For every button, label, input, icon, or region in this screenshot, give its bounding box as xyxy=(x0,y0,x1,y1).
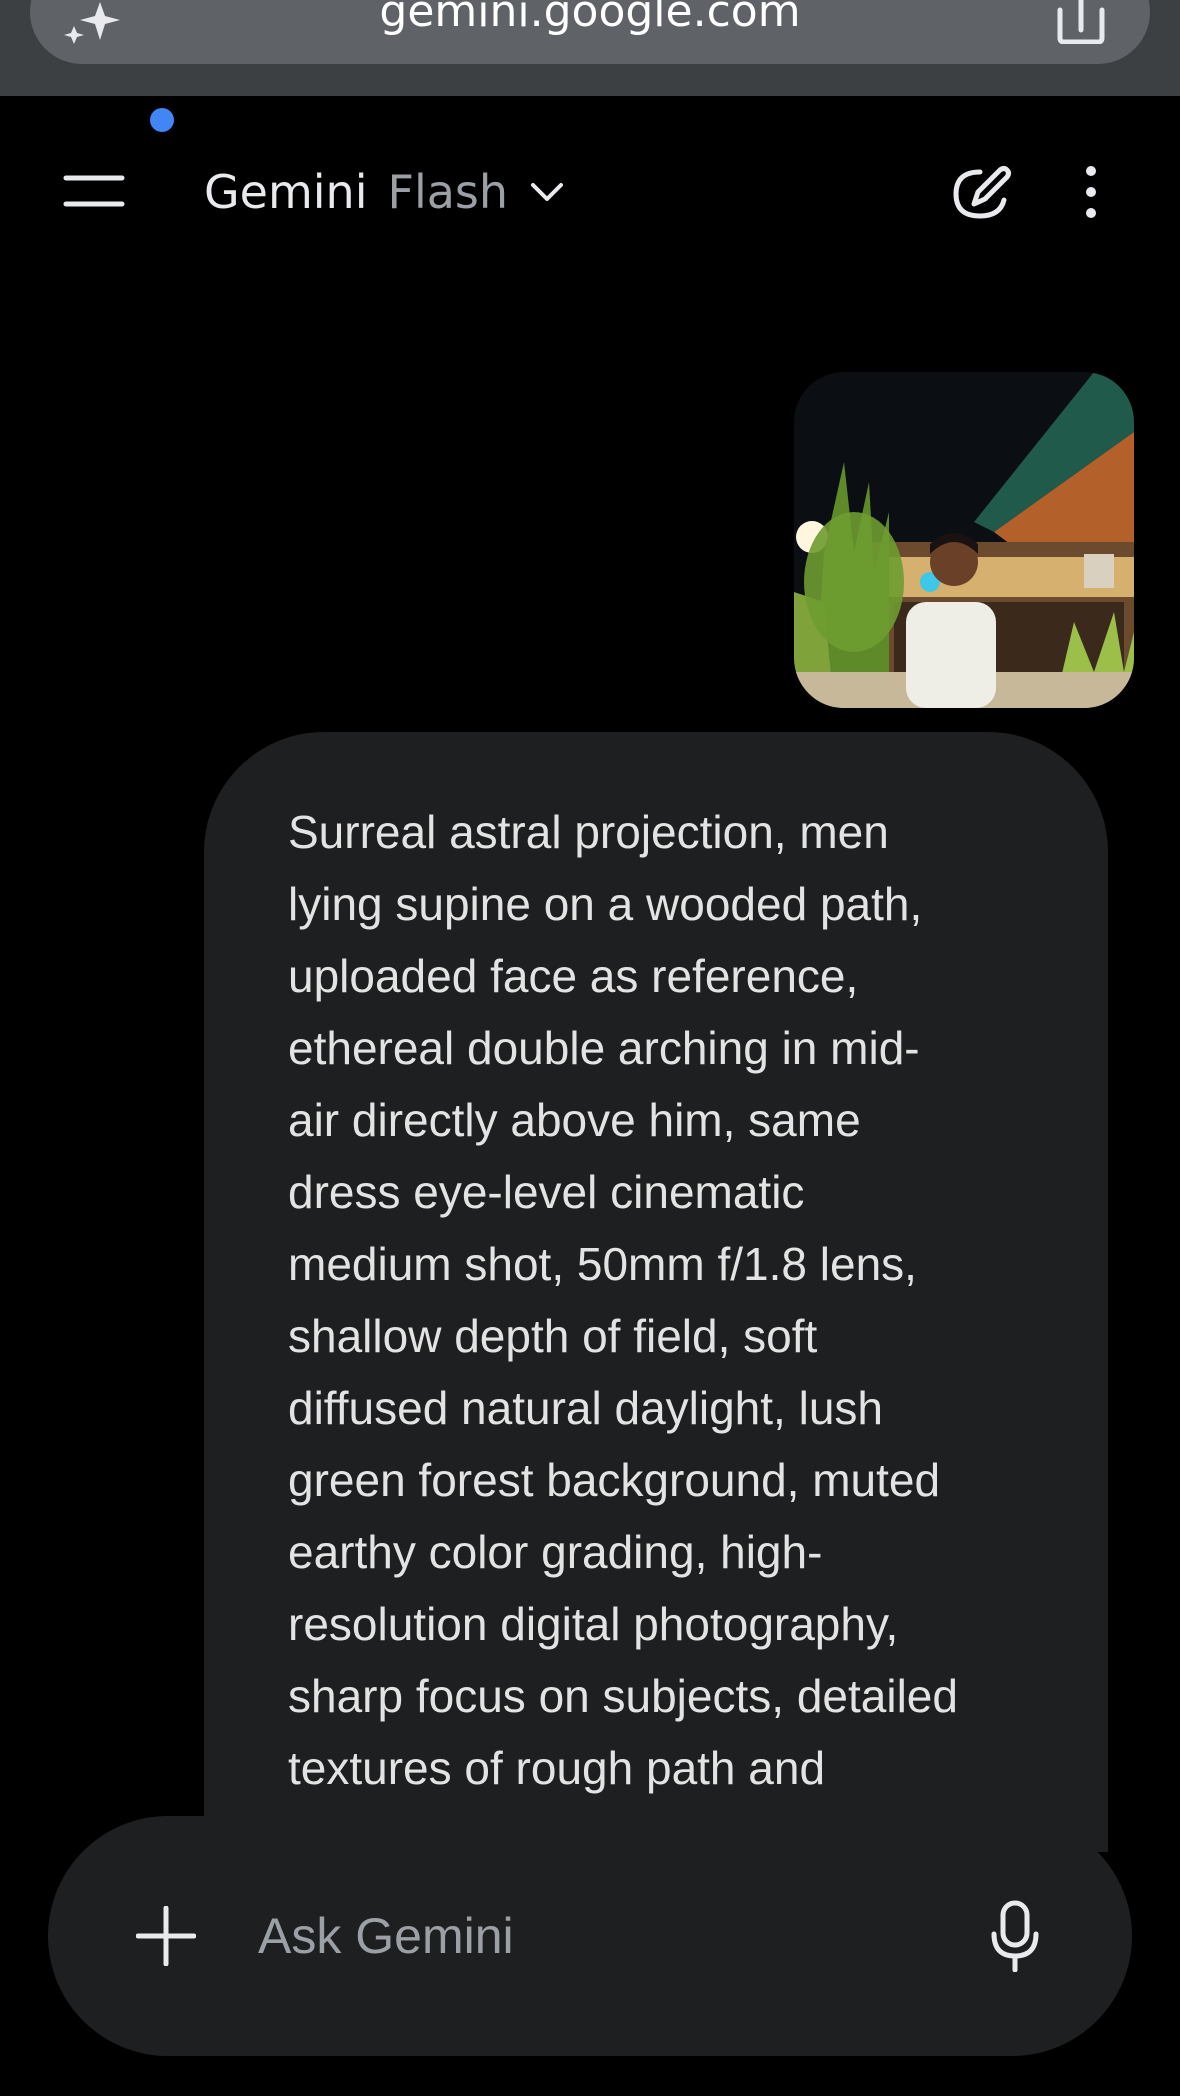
composer-bar xyxy=(48,1816,1132,2056)
microphone-icon[interactable] xyxy=(990,1900,1040,1972)
model-selector[interactable]: Gemini Flash xyxy=(204,162,566,222)
hamburger-menu-icon[interactable] xyxy=(62,170,126,214)
url-text[interactable]: gemini.google.com xyxy=(0,0,1180,42)
share-icon[interactable] xyxy=(1054,0,1108,44)
notification-dot xyxy=(150,108,174,132)
browser-toolbar: gemini.google.com xyxy=(0,0,1180,96)
chevron-down-icon xyxy=(531,183,564,201)
model-name: Flash xyxy=(387,165,509,219)
app-title: Gemini xyxy=(204,165,368,219)
plus-icon[interactable] xyxy=(136,1906,196,1966)
user-message-bubble: Surreal astral projection, men lying sup… xyxy=(204,732,1108,1852)
ask-gemini-input[interactable] xyxy=(258,1896,958,1976)
uploaded-photo[interactable] xyxy=(794,372,1134,708)
photo-illustration xyxy=(794,372,1134,708)
app-header: Gemini Flash xyxy=(0,140,1180,244)
more-vertical-icon[interactable] xyxy=(1074,164,1108,220)
user-message-text: Surreal astral projection, men lying sup… xyxy=(288,806,958,1794)
edit-pen-icon[interactable] xyxy=(950,164,1012,222)
